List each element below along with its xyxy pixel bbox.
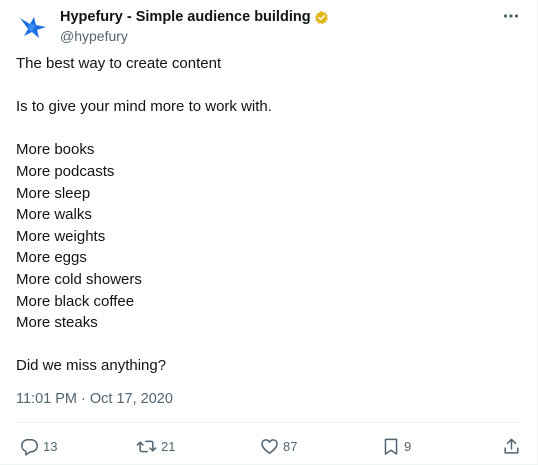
tweet-line-gap [16, 334, 516, 356]
tweet-text: The best way to create content Is to giv… [16, 53, 516, 377]
tweet-line: Did we miss anything? [16, 357, 167, 375]
retweet-button[interactable]: 21 [136, 436, 175, 456]
reply-button[interactable]: 13 [20, 436, 57, 456]
tweet-line: More weights [16, 227, 106, 245]
share-button[interactable] [502, 436, 521, 456]
tweet-line: More walks [16, 206, 92, 224]
tweet-line: More sleep [16, 184, 91, 202]
more-options-icon[interactable] [501, 8, 521, 24]
tweet-timestamp[interactable]: 11:01 PM · Oct 17, 2020 [16, 391, 173, 407]
tweet-line: The best way to create content [16, 55, 222, 72]
retweet-icon [136, 440, 157, 452]
tweet-card: Hypefury - Simple audience building @hyp… [0, 0, 538, 465]
reply-icon [20, 438, 39, 456]
bookmark-button[interactable]: 9 [382, 436, 411, 456]
like-count: 87 [283, 438, 298, 454]
retweet-count: 21 [161, 438, 176, 454]
tweet-line: More books [16, 141, 95, 159]
verified-badge-icon[interactable] [314, 10, 329, 25]
bookmark-count: 9 [404, 438, 412, 454]
avatar[interactable] [16, 10, 50, 44]
tweet-line: More steaks [16, 314, 98, 332]
action-bar: 13 21 87 9 [16, 436, 521, 458]
share-icon [504, 438, 519, 454]
author-display-name[interactable]: Hypefury - Simple audience building [60, 9, 311, 25]
tweet-line: More black coffee [16, 292, 135, 310]
tweet-line-gap [16, 118, 516, 140]
hypefury-bird-logo-icon [20, 17, 46, 38]
tweet-line: Is to give your mind more to work with. [16, 98, 272, 116]
bookmark-icon [384, 438, 398, 455]
heart-icon [261, 438, 278, 454]
author-handle[interactable]: @hypefury [60, 28, 329, 44]
tweet-line: More podcasts [16, 162, 115, 180]
tweet-header: Hypefury - Simple audience building @hyp… [16, 6, 521, 46]
display-name-row: Hypefury - Simple audience building [60, 8, 329, 26]
tweet-line: More eggs [16, 249, 87, 267]
author-names: Hypefury - Simple audience building @hyp… [60, 6, 329, 44]
like-button[interactable]: 87 [260, 436, 297, 456]
reply-count: 13 [43, 438, 58, 454]
divider [16, 422, 521, 423]
tweet-line-gap [16, 75, 516, 97]
tweet-line: More cold showers [16, 270, 142, 288]
